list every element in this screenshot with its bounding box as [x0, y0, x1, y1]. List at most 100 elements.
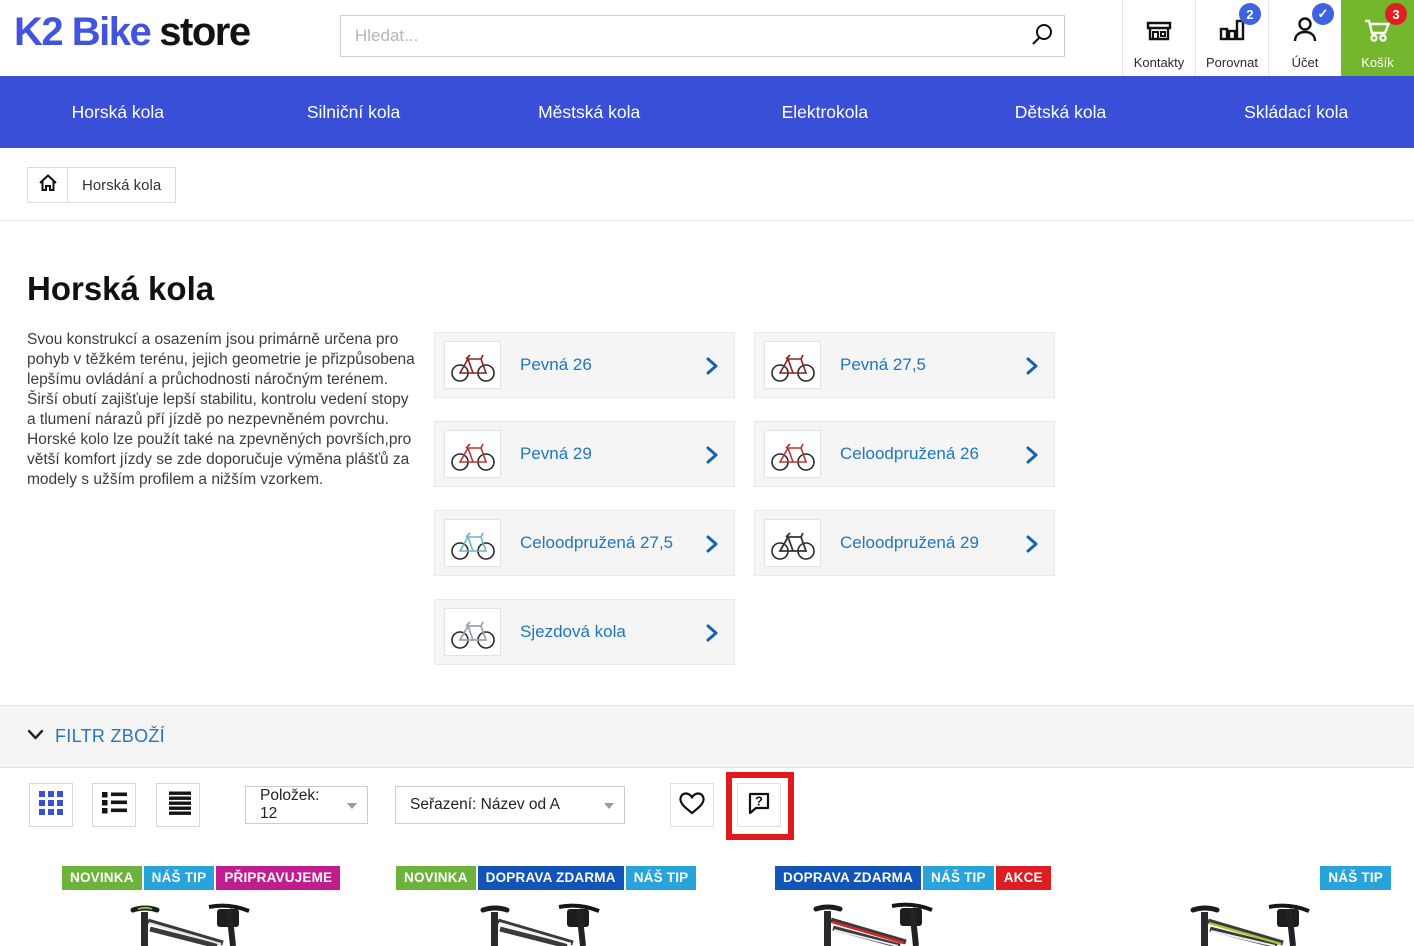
cart-button[interactable]: 3 Košík: [1341, 0, 1414, 76]
bike-thumbnail: [764, 341, 821, 389]
subcategory-tile-pevna-26[interactable]: Pevná 26: [434, 332, 735, 398]
chevron-down-icon: [27, 728, 44, 746]
chevron-right-icon: [1026, 446, 1038, 469]
view-grid-button[interactable]: [29, 783, 73, 827]
favorites-button[interactable]: [670, 783, 714, 827]
caret-down-icon: [604, 803, 614, 809]
badge-nas-tip: NÁŠ TIP: [625, 866, 697, 890]
badge-novinka: NOVINKA: [396, 866, 476, 890]
breadcrumb-current[interactable]: Horská kola: [68, 168, 175, 202]
logo-part1: K2 Bike: [14, 10, 152, 54]
subcategory-label: Celoodpružená 29: [840, 533, 979, 552]
logo-part2: store: [159, 10, 251, 54]
search-bar: [340, 15, 1065, 57]
caret-down-icon: [347, 803, 357, 809]
cart-label: Košík: [1361, 55, 1394, 70]
account-status-badge: ✓: [1312, 3, 1334, 25]
badge-nas-tip: NÁŠ TIP: [1320, 866, 1391, 890]
product-badges-1: NOVINKA NÁŠ TIP PŘIPRAVUJEME: [62, 866, 342, 890]
nav-item-elektrokola[interactable]: Elektrokola: [707, 102, 943, 123]
items-per-page-dropdown[interactable]: Položek: 12: [245, 786, 368, 824]
search-input[interactable]: [340, 15, 1065, 57]
divider: [0, 220, 1414, 221]
contacts-button[interactable]: Kontakty: [1122, 0, 1195, 76]
badge-pripravujeme: PŘIPRAVUJEME: [216, 866, 341, 890]
bike-thumbnail: [444, 519, 501, 567]
subcategory-tile-celoodpruzena-29[interactable]: Celoodpružená 29: [754, 510, 1055, 576]
product-image-partial-2[interactable]: [455, 903, 625, 946]
search-icon: [1029, 23, 1055, 51]
product-image-partial-4[interactable]: [1165, 903, 1335, 946]
question-bubble-icon: ?: [745, 789, 773, 822]
subcategory-tile-pevna-29[interactable]: Pevná 29: [434, 421, 735, 487]
bike-thumbnail: [444, 608, 501, 656]
chevron-right-icon: [706, 357, 718, 380]
subcategory-tile-sjezdova-kola[interactable]: Sjezdová kola: [434, 599, 735, 665]
contacts-label: Kontakty: [1133, 55, 1185, 70]
subcategory-tile-celoodpruzena-26[interactable]: Celoodpružená 26: [754, 421, 1055, 487]
compare-button[interactable]: 2 Porovnat: [1195, 0, 1268, 76]
search-button[interactable]: [1025, 20, 1059, 52]
filter-label: FILTR ZBOŽÍ: [55, 726, 165, 746]
list-view-icon: [101, 791, 127, 820]
cart-count-badge: 3: [1385, 3, 1407, 25]
product-image-partial-1[interactable]: [105, 903, 275, 946]
badge-nas-tip: NÁŠ TIP: [143, 866, 215, 890]
chevron-right-icon: [706, 535, 718, 558]
breadcrumb-home[interactable]: [28, 168, 68, 202]
chevron-right-icon: [1026, 357, 1038, 380]
subcategory-label: Celoodpružená 26: [840, 444, 979, 463]
product-badges-2: NOVINKA DOPRAVA ZDARMA NÁŠ TIP: [396, 866, 698, 890]
subcategory-label: Pevná 26: [520, 355, 592, 374]
compare-count-badge: 2: [1239, 3, 1261, 25]
chevron-right-icon: [706, 624, 718, 647]
chevron-right-icon: [1026, 535, 1038, 558]
badge-doprava-zdarma: DOPRAVA ZDARMA: [775, 866, 922, 890]
subcategory-grid: Pevná 26 Pevná 27,5 Pevná 29 Celoodpruže…: [434, 332, 1055, 665]
badge-doprava-zdarma: DOPRAVA ZDARMA: [477, 866, 624, 890]
header: K2 Bikestore Kontakty 2: [0, 0, 1414, 76]
subcategory-label: Pevná 27,5: [840, 355, 927, 374]
heart-icon: [678, 790, 706, 821]
account-label: Účet: [1291, 55, 1319, 70]
badge-novinka: NOVINKA: [62, 866, 142, 890]
nav-item-skladaci-kola[interactable]: Skládací kola: [1178, 102, 1414, 123]
view-list-button[interactable]: [92, 783, 136, 827]
badge-nas-tip: NÁŠ TIP: [923, 866, 994, 890]
badge-akce: AKCE: [995, 866, 1051, 890]
product-badges-4: NÁŠ TIP: [1320, 866, 1391, 890]
product-image-partial-3[interactable]: [788, 901, 958, 946]
nav-item-mestska-kola[interactable]: Městská kola: [471, 102, 707, 123]
page: K2 Bikestore Kontakty 2: [0, 0, 1414, 946]
compact-list-view-icon: [166, 791, 191, 820]
category-description: Svou konstrukcí a osazením jsou primárně…: [27, 331, 415, 488]
nav-item-horska-kola[interactable]: Horská kola: [0, 102, 236, 123]
sort-dropdown[interactable]: Seřazení: Název od A: [395, 786, 625, 824]
nav-item-detska-kola[interactable]: Dětská kola: [943, 102, 1179, 123]
filter-toggle[interactable]: FILTR ZBOŽÍ: [0, 705, 1414, 768]
chevron-right-icon: [706, 446, 718, 469]
bike-thumbnail: [764, 430, 821, 478]
product-badges-3: DOPRAVA ZDARMA NÁŠ TIP AKCE: [775, 866, 1053, 890]
subcategory-tile-pevna-27-5[interactable]: Pevná 27,5: [754, 332, 1055, 398]
main-nav: Horská kola Silniční kola Městská kola E…: [0, 76, 1414, 148]
header-actions: Kontakty 2 Porovnat ✓ Účet 3 Košík: [1122, 0, 1414, 76]
compare-label: Porovnat: [1205, 55, 1259, 70]
question-bubble-button[interactable]: ?: [737, 783, 781, 827]
bike-thumbnail: [444, 430, 501, 478]
view-compact-button[interactable]: [156, 783, 200, 827]
items-per-page-value: Položek: 12: [260, 787, 320, 822]
home-icon: [37, 172, 59, 199]
subcategory-tile-celoodpruzena-27-5[interactable]: Celoodpružená 27,5: [434, 510, 735, 576]
subcategory-label: Sjezdová kola: [520, 622, 626, 641]
page-title: Horská kola: [27, 270, 215, 307]
breadcrumb: Horská kola: [27, 167, 177, 203]
account-button[interactable]: ✓ Účet: [1268, 0, 1341, 76]
subcategory-label: Pevná 29: [520, 444, 592, 463]
bike-thumbnail: [444, 341, 501, 389]
store-logo[interactable]: K2 Bike store: [14, 10, 251, 55]
nav-item-silnicni-kola[interactable]: Silniční kola: [236, 102, 472, 123]
svg-text:?: ?: [755, 793, 763, 808]
sort-value: Seřazení: Název od A: [410, 796, 560, 813]
subcategory-label: Celoodpružená 27,5: [520, 533, 674, 552]
